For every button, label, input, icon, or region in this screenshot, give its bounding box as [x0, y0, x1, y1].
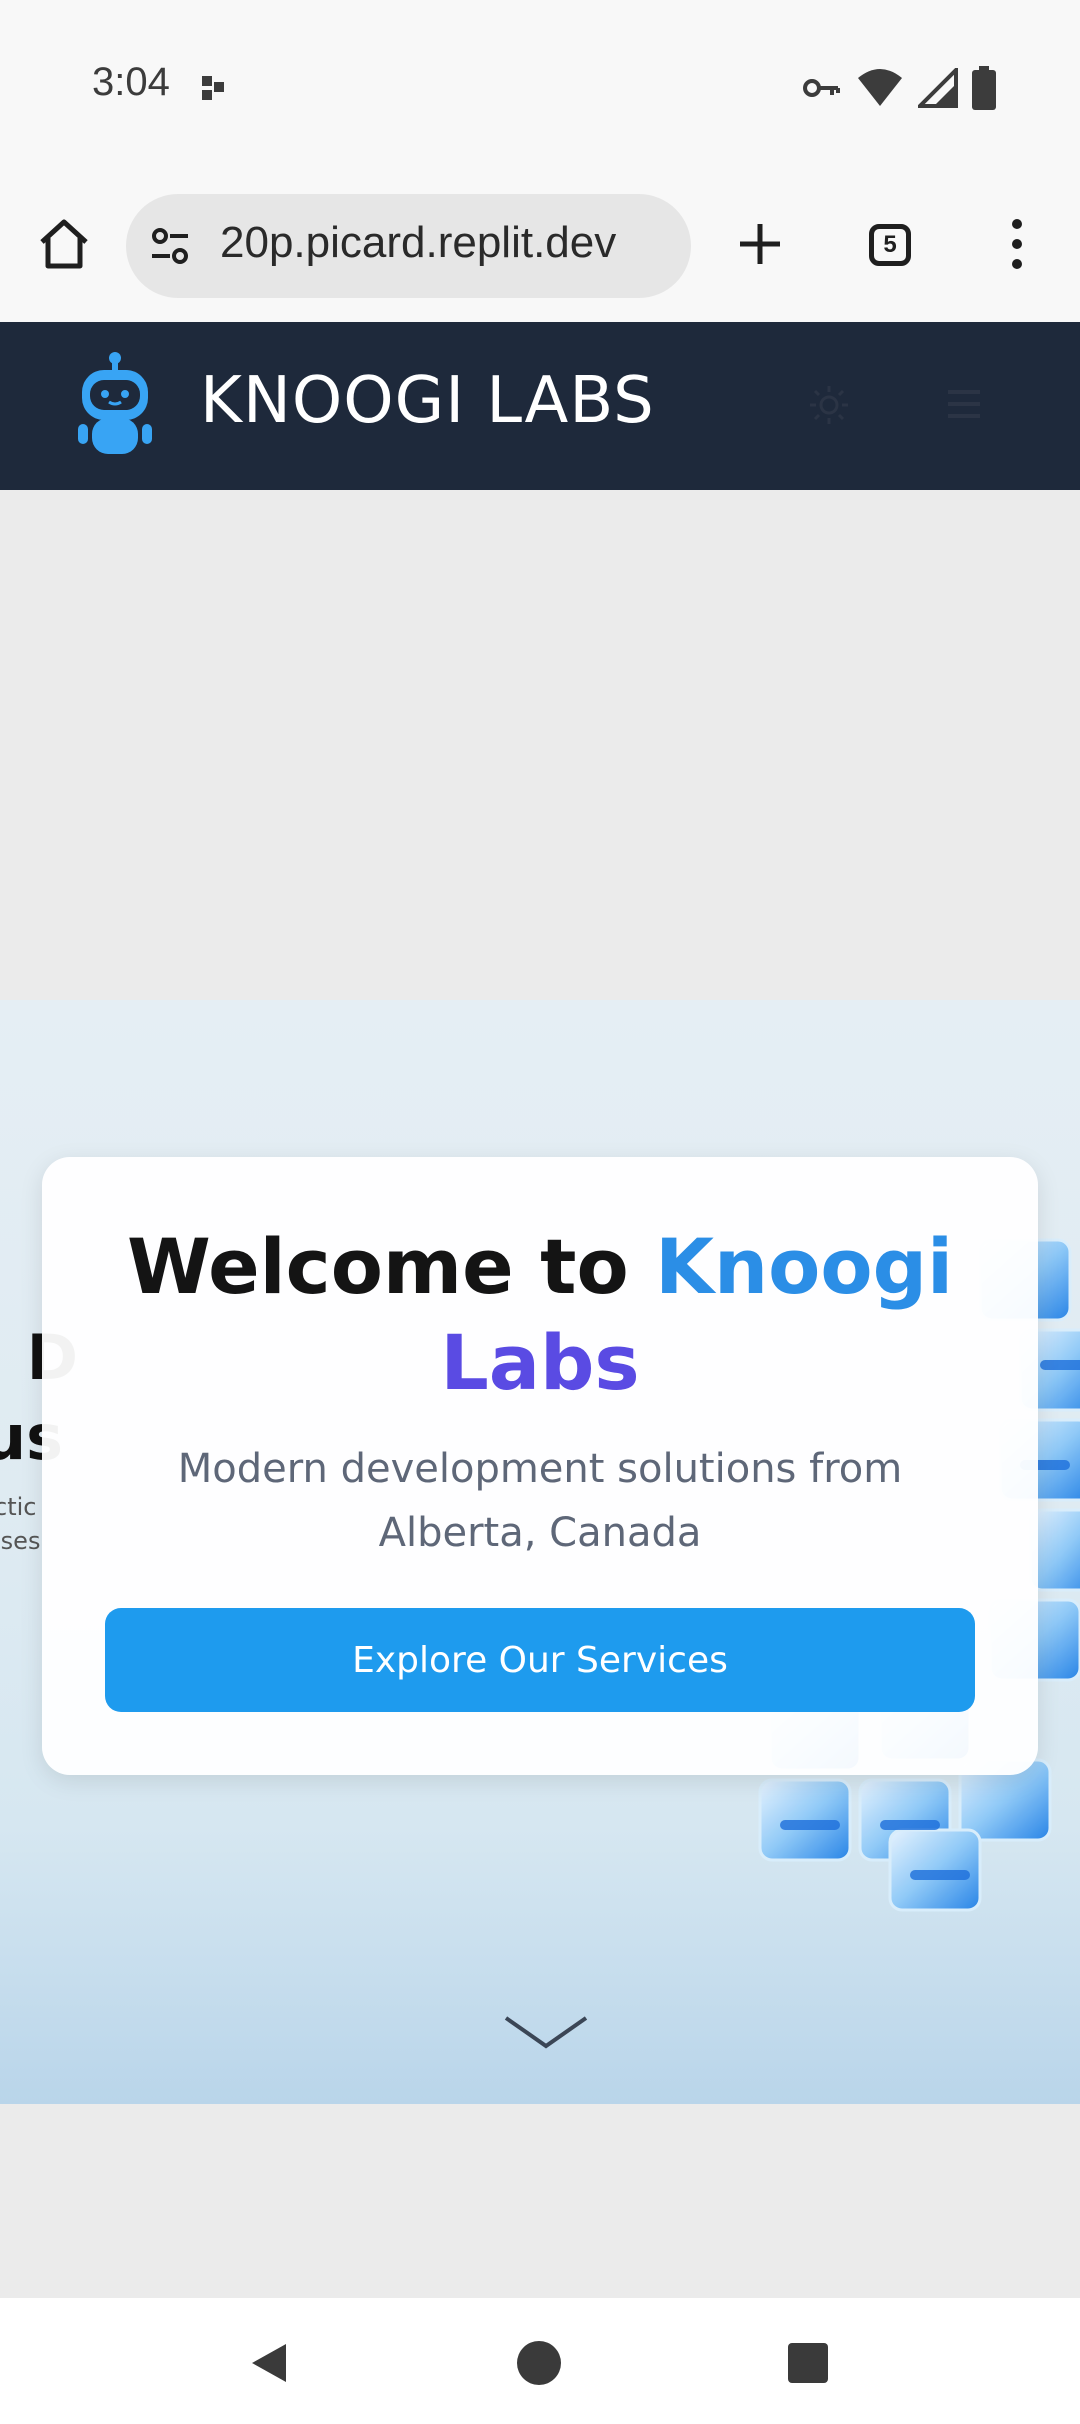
robot-logo-icon[interactable] — [78, 352, 152, 458]
sun-icon[interactable] — [808, 384, 850, 426]
address-bar[interactable]: 20p.picard.replit.dev — [126, 194, 691, 298]
hero-background-caption-1: ctic — [0, 1493, 37, 1521]
wifi-icon — [858, 69, 902, 106]
site-settings-icon[interactable] — [148, 224, 192, 268]
status-time: 3:04 — [92, 60, 170, 104]
hamburger-menu-icon[interactable] — [946, 388, 982, 420]
notification-dots-icon — [202, 76, 224, 100]
screen: 3:04 20p.picard.replit.dev 5 KNOOGI LABS… — [0, 0, 1080, 2424]
tab-switcher-icon[interactable]: 5 — [869, 224, 911, 266]
hero-title: Welcome to Knoogi Labs — [42, 1219, 1038, 1411]
hero-subtitle: Modern development solutions from Albert… — [177, 1446, 903, 1556]
explore-services-button[interactable]: Explore Our Services — [105, 1608, 975, 1712]
status-icons — [802, 64, 996, 112]
chevron-down-icon[interactable] — [502, 2012, 590, 2052]
hero-background-caption: ctic ises — [0, 1490, 40, 1558]
hero-background-caption-2: ises — [0, 1527, 41, 1555]
hero-title-accent-1: Knoogi — [655, 1222, 954, 1311]
system-nav-bar — [0, 2298, 1080, 2424]
recents-icon[interactable] — [787, 2342, 829, 2384]
home-icon[interactable] — [34, 214, 94, 274]
page-gap-top — [0, 490, 1080, 1000]
hero-title-prefix: Welcome to — [126, 1222, 656, 1311]
hero-section: I D us ctic ises — [0, 1000, 1080, 2104]
home-circle-icon[interactable] — [516, 2340, 562, 2386]
status-bar: 3:04 — [0, 0, 1080, 176]
site-header: KNOOGI LABS — [0, 322, 1080, 490]
new-tab-icon[interactable] — [730, 214, 790, 274]
url-text[interactable]: 20p.picard.replit.dev — [220, 218, 616, 268]
page-gap-bottom — [0, 2104, 1080, 2298]
cell-signal-icon — [918, 68, 958, 108]
hero-title-accent-2: Labs — [440, 1318, 640, 1407]
more-options-icon[interactable] — [1000, 214, 1034, 274]
hero-card: Welcome to Knoogi Labs Modern developmen… — [42, 1157, 1038, 1775]
tab-count: 5 — [883, 231, 897, 258]
vpn-key-icon — [803, 79, 840, 97]
browser-toolbar: 20p.picard.replit.dev 5 — [0, 176, 1080, 324]
back-icon[interactable] — [246, 2340, 292, 2386]
brand-name[interactable]: KNOOGI LABS — [200, 364, 655, 438]
battery-icon — [972, 66, 996, 110]
